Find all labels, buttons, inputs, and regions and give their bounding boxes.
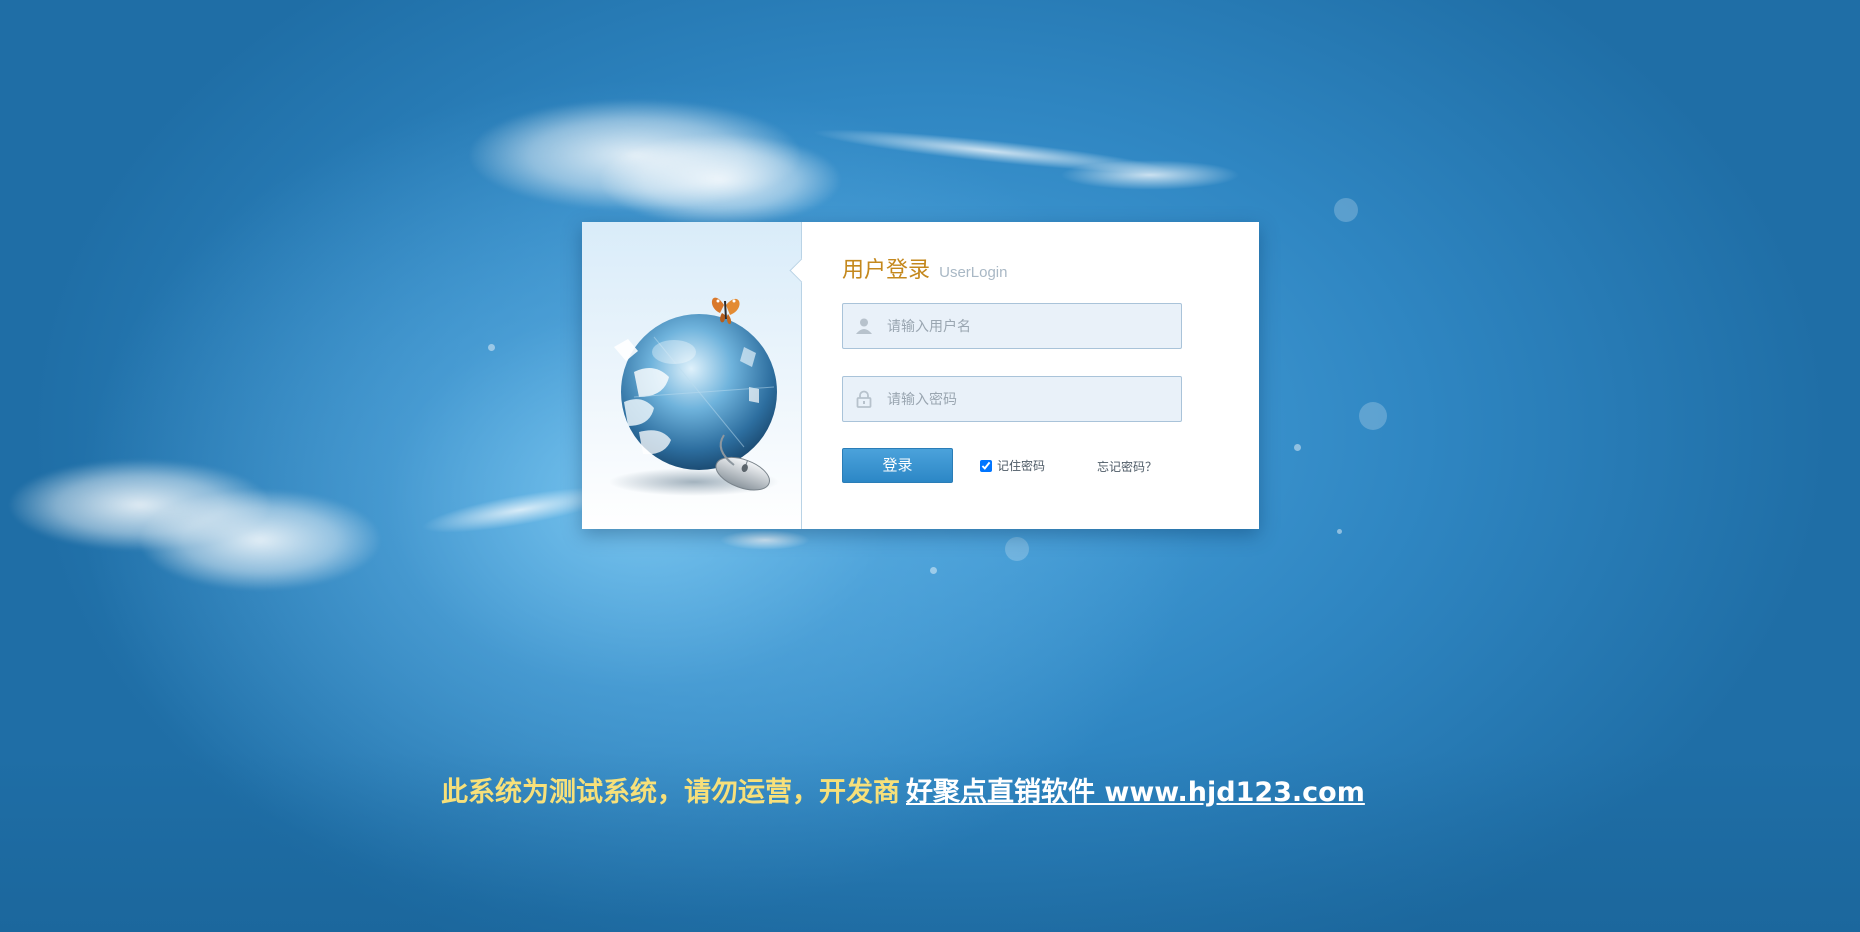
bubble-decoration [1337, 529, 1342, 534]
remember-password[interactable]: 记住密码 [980, 457, 1045, 474]
username-field[interactable] [842, 303, 1182, 350]
cloud-streak-decoration [809, 121, 1171, 181]
remember-label: 记住密码 [997, 459, 1046, 473]
login-button[interactable]: 登录 [842, 448, 953, 483]
password-input[interactable] [885, 377, 1179, 423]
cloud-decoration [600, 135, 840, 225]
login-panel: 用户登录 UserLogin 登录 [582, 222, 1259, 529]
illustration-panel [582, 222, 814, 529]
login-page: 用户登录 UserLogin 登录 [0, 0, 1860, 932]
bubble-decoration [488, 344, 495, 351]
username-input[interactable] [885, 304, 1179, 350]
user-icon [856, 318, 872, 334]
footer-notice: 此系统为测试系统，请勿运营，开发商 好聚点直销软件 www.hjd123.com [441, 770, 1365, 809]
bubble-decoration [1334, 198, 1358, 222]
login-title: 用户登录 UserLogin [842, 252, 1007, 284]
login-form: 用户登录 UserLogin 登录 [802, 222, 1259, 529]
bubble-decoration [1005, 537, 1029, 561]
test-system-notice: 此系统为测试系统，请勿运营，开发商 [441, 777, 900, 808]
remember-checkbox[interactable] [980, 459, 992, 472]
developer-link[interactable]: 好聚点直销软件 www.hjd123.com [906, 777, 1365, 808]
bubble-decoration [1359, 402, 1387, 430]
cloud-decoration [140, 490, 380, 590]
lock-icon [856, 390, 872, 408]
bubble-decoration [930, 567, 937, 574]
cloud-streak-decoration [720, 530, 810, 550]
title-chinese: 用户登录 [842, 258, 931, 283]
title-english: UserLogin [939, 264, 1008, 281]
password-field[interactable] [842, 376, 1182, 423]
bubble-decoration [1294, 444, 1301, 451]
forgot-password-link[interactable]: 忘记密码？ [1097, 458, 1157, 475]
globe-puzzle-illustration [609, 297, 779, 496]
